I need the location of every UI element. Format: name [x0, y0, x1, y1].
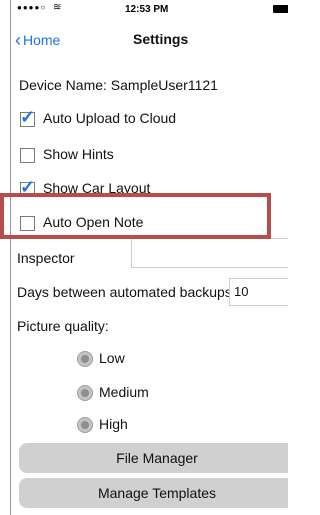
- radio-high[interactable]: [77, 417, 93, 433]
- chevron-left-icon: ‹: [15, 30, 21, 50]
- back-label: Home: [23, 32, 61, 48]
- quality-low-label: Low: [99, 350, 125, 366]
- inspector-label: Inspector: [17, 250, 75, 266]
- wifi-icon: ≋: [53, 2, 62, 13]
- backup-days-input[interactable]: 10: [229, 278, 288, 306]
- show-hints-row[interactable]: Show Hints: [11, 146, 288, 166]
- radio-dot-icon: [81, 421, 89, 429]
- radio-low[interactable]: [77, 351, 93, 367]
- auto-upload-label: Auto Upload to Cloud: [43, 110, 177, 126]
- status-time: 12:53 PM: [125, 4, 169, 15]
- status-bar: ●●●●○ ≋ 12:53 PM: [11, 0, 288, 20]
- quality-high-label: High: [99, 416, 128, 432]
- nav-bar: ‹ Home Settings: [11, 20, 288, 60]
- manage-templates-button[interactable]: Manage Templates: [19, 478, 288, 508]
- quality-medium-label: Medium: [99, 384, 149, 400]
- auto-upload-row[interactable]: ✓ Auto Upload to Cloud: [11, 107, 288, 130]
- file-manager-button[interactable]: File Manager: [19, 443, 288, 473]
- checkmark-icon: ✓: [20, 107, 36, 127]
- inspector-input[interactable]: [131, 238, 288, 268]
- show-hints-checkbox[interactable]: [20, 148, 35, 163]
- settings-screen: ●●●●○ ≋ 12:53 PM ‹ Home Settings Device N…: [10, 0, 288, 515]
- signal-icon: ●●●●○: [17, 3, 47, 12]
- page-title: Settings: [133, 31, 189, 47]
- picture-quality-label: Picture quality:: [17, 318, 109, 334]
- radio-dot-icon: [81, 389, 89, 397]
- radio-dot-icon: [81, 355, 89, 363]
- radio-medium[interactable]: [77, 385, 93, 401]
- device-name-label: Device Name: SampleUser1121: [19, 77, 218, 93]
- auto-upload-checkbox[interactable]: ✓: [20, 107, 35, 127]
- highlight-box: [0, 193, 271, 239]
- show-hints-label: Show Hints: [43, 146, 114, 162]
- backup-days-row: Days between automated backups 10: [11, 278, 288, 306]
- inspector-row: Inspector: [11, 238, 288, 270]
- quality-option-high[interactable]: High: [11, 416, 288, 436]
- quality-option-medium[interactable]: Medium: [11, 384, 288, 404]
- backup-days-label: Days between automated backups: [17, 284, 232, 300]
- quality-option-low[interactable]: Low: [11, 350, 288, 370]
- battery-icon: [273, 5, 288, 13]
- back-button[interactable]: ‹ Home: [15, 30, 60, 51]
